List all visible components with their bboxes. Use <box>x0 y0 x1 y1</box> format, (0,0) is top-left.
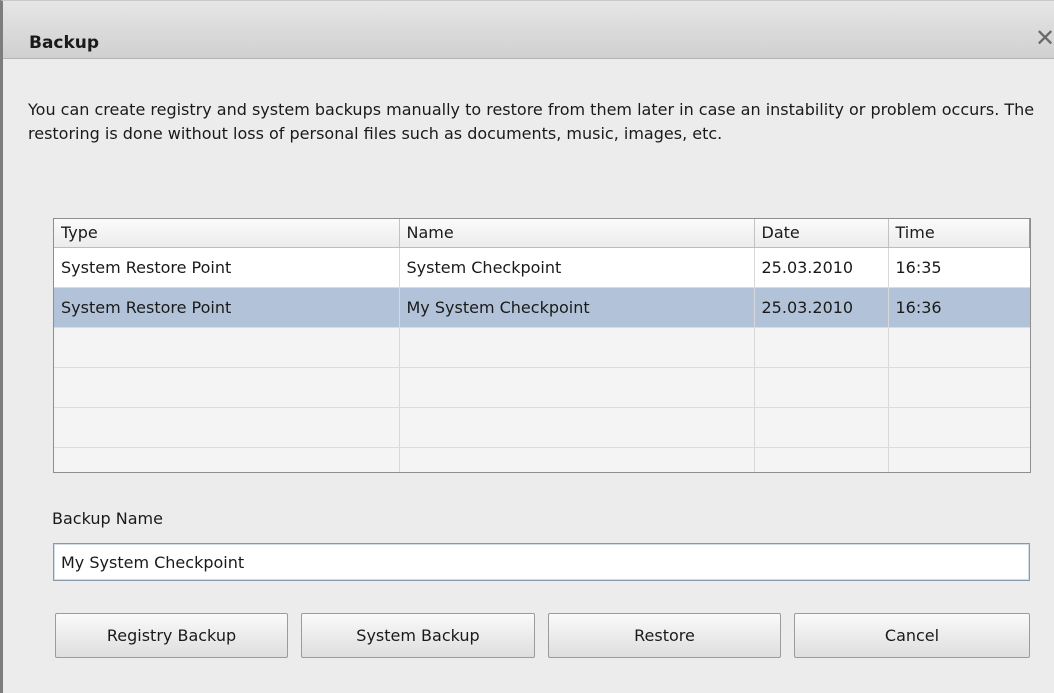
backup-dialog: Backup ✕ You can create registry and sys… <box>0 0 1054 693</box>
empty-cell <box>54 447 400 472</box>
empty-cell <box>54 367 400 408</box>
cell-name: System Checkpoint <box>399 247 755 288</box>
empty-cell <box>888 367 1030 408</box>
backup-name-label: Backup Name <box>52 509 163 528</box>
backup-table: Type Name Date Time System Restore Point… <box>54 219 1030 472</box>
empty-cell <box>399 367 755 408</box>
cancel-button[interactable]: Cancel <box>794 613 1030 658</box>
column-header-name[interactable]: Name <box>399 219 755 248</box>
empty-cell <box>754 327 889 368</box>
column-header-time[interactable]: Time <box>888 219 1030 248</box>
system-backup-button[interactable]: System Backup <box>301 613 535 658</box>
cell-name: My System Checkpoint <box>399 287 755 328</box>
cell-date: 25.03.2010 <box>754 287 889 328</box>
empty-cell <box>754 367 889 408</box>
description-text: You can create registry and system backu… <box>28 100 1035 143</box>
cell-time: 16:36 <box>888 287 1030 328</box>
title-bar[interactable]: Backup ✕ <box>3 1 1054 59</box>
cell-type: System Restore Point <box>54 287 400 328</box>
empty-cell <box>54 407 400 448</box>
table-row-empty <box>54 447 1030 472</box>
table-header-row: Type Name Date Time <box>54 219 1030 248</box>
empty-cell <box>399 447 755 472</box>
column-header-date[interactable]: Date <box>754 219 889 248</box>
empty-cell <box>399 407 755 448</box>
table-row-empty <box>54 367 1030 408</box>
backup-name-input[interactable] <box>53 543 1030 581</box>
close-icon[interactable]: ✕ <box>1035 26 1054 50</box>
empty-cell <box>888 407 1030 448</box>
registry-backup-button[interactable]: Registry Backup <box>55 613 288 658</box>
table-row[interactable]: System Restore Point System Checkpoint 2… <box>54 247 1030 288</box>
window-title: Backup <box>29 33 100 53</box>
column-header-type[interactable]: Type <box>54 219 400 248</box>
empty-cell <box>754 407 889 448</box>
table-row-selected[interactable]: System Restore Point My System Checkpoin… <box>54 287 1030 328</box>
empty-cell <box>54 327 400 368</box>
table-row-empty <box>54 407 1030 448</box>
empty-cell <box>754 447 889 472</box>
restore-button[interactable]: Restore <box>548 613 781 658</box>
empty-cell <box>888 327 1030 368</box>
empty-cell <box>399 327 755 368</box>
empty-cell <box>888 447 1030 472</box>
backup-list[interactable]: Type Name Date Time System Restore Point… <box>53 218 1031 473</box>
cell-date: 25.03.2010 <box>754 247 889 288</box>
cell-time: 16:35 <box>888 247 1030 288</box>
cell-type: System Restore Point <box>54 247 400 288</box>
table-row-empty <box>54 327 1030 368</box>
